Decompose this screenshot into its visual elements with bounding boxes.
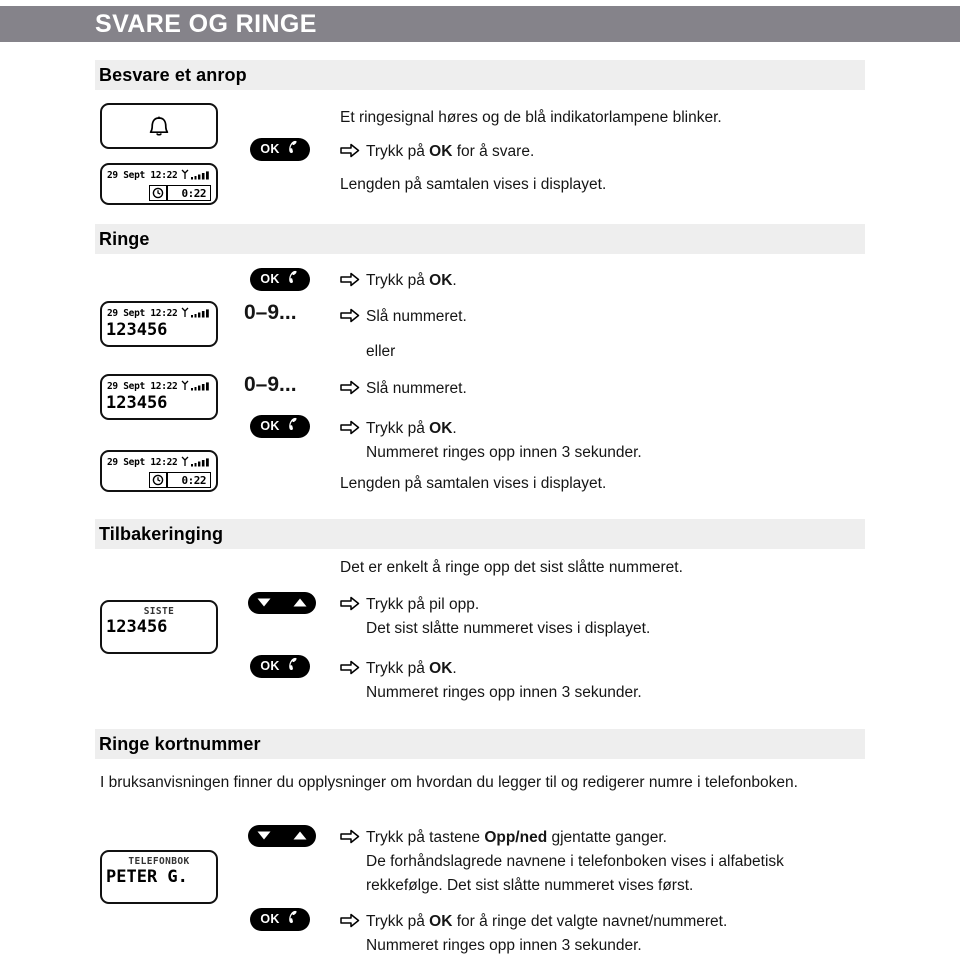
lcd-display-phonebook: TELEFONBOK PETER G. [100, 850, 218, 904]
lcd-display-ringing [100, 103, 218, 149]
lcd-caption-siste: SISTE [143, 606, 175, 617]
ok-button-label: OK [260, 142, 280, 157]
up-down-button-redial[interactable] [248, 592, 316, 614]
ok-button-call-2[interactable]: OK [250, 415, 310, 438]
manual-page: SVARE OG RINGE Besvare et anrop 29 Sept … [0, 0, 960, 956]
lcd-status-text: 29 Sept 12:22 [107, 380, 178, 392]
answer-line-3: Lengden på samtalen vises i displayet. [340, 176, 607, 193]
lcd-display-answer-intalk: 29 Sept 12:22 0:22 [100, 163, 218, 205]
section-heading-call: Ringe [99, 228, 150, 249]
lcd-caption-telefonbok: TELEFONBOK [128, 856, 190, 867]
lcd-timer-box: 0:22 [149, 185, 211, 201]
redial-line-5: Nummeret ringes opp innen 3 sekunder. [366, 684, 642, 701]
redial-line-4: Trykk på OK. [366, 660, 457, 677]
section-header-call: Ringe [95, 224, 865, 254]
section-header-redial: Tilbakeringing [95, 519, 865, 549]
handset-icon [285, 140, 300, 159]
call-line-6: Nummeret ringes opp innen 3 sekunder. [366, 444, 642, 461]
ok-button-call-1[interactable]: OK [250, 268, 310, 291]
arrow-bullet-icon [340, 660, 360, 675]
call-line-2: Slå nummeret. [366, 308, 467, 325]
lcd-status-text: 29 Sept 12:22 [107, 169, 178, 181]
arrow-bullet-icon [340, 308, 360, 323]
speeddial-line-4: Trykk på OK for å ringe det valgte navne… [366, 913, 728, 930]
lcd-status-row: 29 Sept 12:22 [102, 303, 216, 321]
lcd-timer-value: 0:22 [181, 473, 207, 487]
lcd-timer-value: 0:22 [181, 186, 207, 200]
signal-bars-icon [180, 165, 214, 184]
digit-keys-label-1: 0–9... [244, 301, 297, 324]
signal-bars-icon [180, 376, 214, 395]
handset-icon [285, 417, 300, 436]
section-header-answer: Besvare et anrop [95, 60, 865, 90]
lcd-timer-row: 0:22 [102, 470, 216, 490]
up-down-button-speeddial[interactable] [248, 825, 316, 847]
ok-button-redial[interactable]: OK [250, 655, 310, 678]
arrow-bullet-icon [340, 380, 360, 395]
lcd-number-last: 123456 [106, 617, 168, 637]
arrow-bullet-icon [340, 272, 360, 287]
arrow-down-icon [257, 594, 271, 612]
lcd-status-row: 29 Sept 12:22 [102, 165, 216, 183]
section-heading-answer: Besvare et anrop [99, 64, 247, 85]
arrow-down-icon [257, 827, 271, 845]
lcd-status-row: 29 Sept 12:22 [102, 452, 216, 470]
ok-button-label: OK [260, 659, 280, 674]
signal-bars-icon [180, 452, 214, 471]
ok-button-label: OK [260, 419, 280, 434]
section-heading-redial: Tilbakeringing [99, 523, 224, 544]
speeddial-intro: I bruksanvisningen finner du opplysninge… [100, 774, 798, 791]
section-header-speeddial: Ringe kortnummer [95, 729, 865, 759]
page-title-bar: SVARE OG RINGE [0, 6, 960, 42]
lcd-display-dial-1: 29 Sept 12:22 123456 [100, 301, 218, 347]
call-line-7: Lengden på samtalen vises i displayet. [340, 475, 607, 492]
bell-icon [149, 116, 169, 136]
arrow-bullet-icon [340, 913, 360, 928]
arrow-up-icon [293, 827, 307, 845]
clock-icon [150, 474, 166, 486]
lcd-timer-box: 0:22 [149, 472, 211, 488]
handset-icon [285, 657, 300, 676]
handset-icon [285, 270, 300, 289]
speeddial-line-5: Nummeret ringes opp innen 3 sekunder. [366, 937, 642, 954]
lcd-timer-row: 0:22 [102, 183, 216, 203]
arrow-bullet-icon [340, 596, 360, 611]
speeddial-line-1: Trykk på tastene Opp/ned gjentatte gange… [366, 829, 667, 846]
section-heading-speeddial: Ringe kortnummer [99, 733, 261, 754]
call-line-eller: eller [366, 343, 396, 360]
arrow-bullet-icon [340, 143, 360, 158]
answer-line-2: Trykk på OK for å svare. [366, 143, 535, 160]
lcd-number-dial-2: 123456 [106, 393, 168, 413]
lcd-name-phonebook: PETER G. [106, 867, 188, 887]
redial-line-1: Det er enkelt å ringe opp det sist slått… [340, 559, 683, 576]
lcd-status-text: 29 Sept 12:22 [107, 307, 178, 319]
redial-line-3: Det sist slåtte nummeret vises i display… [366, 620, 651, 637]
lcd-display-last-number: SISTE 123456 [100, 600, 218, 654]
speeddial-line-3: rekkefølge. Det sist slåtte nummeret vis… [366, 877, 694, 894]
ok-button-label: OK [260, 272, 280, 287]
call-line-5: Trykk på OK. [366, 420, 457, 437]
page-title: SVARE OG RINGE [95, 9, 317, 38]
arrow-bullet-icon [340, 829, 360, 844]
handset-icon [285, 910, 300, 929]
ok-button-answer[interactable]: OK [250, 138, 310, 161]
lcd-display-call-intalk: 29 Sept 12:22 0:22 [100, 450, 218, 492]
signal-bars-icon [180, 303, 214, 322]
digit-keys-label-2: 0–9... [244, 373, 297, 396]
redial-line-2: Trykk på pil opp. [366, 596, 480, 613]
lcd-status-text: 29 Sept 12:22 [107, 456, 178, 468]
call-line-1: Trykk på OK. [366, 272, 457, 289]
lcd-status-row: 29 Sept 12:22 [102, 376, 216, 394]
lcd-display-dial-2: 29 Sept 12:22 123456 [100, 374, 218, 420]
arrow-bullet-icon [340, 420, 360, 435]
arrow-up-icon [293, 594, 307, 612]
lcd-bell-row [102, 105, 216, 147]
clock-icon [150, 187, 166, 199]
call-line-4: Slå nummeret. [366, 380, 467, 397]
speeddial-line-2: De forhåndslagrede navnene i telefonboke… [366, 853, 784, 870]
answer-line-1: Et ringesignal høres og de blå indikator… [340, 109, 722, 126]
ok-button-label: OK [260, 912, 280, 927]
ok-button-speeddial[interactable]: OK [250, 908, 310, 931]
lcd-number-dial-1: 123456 [106, 320, 168, 340]
